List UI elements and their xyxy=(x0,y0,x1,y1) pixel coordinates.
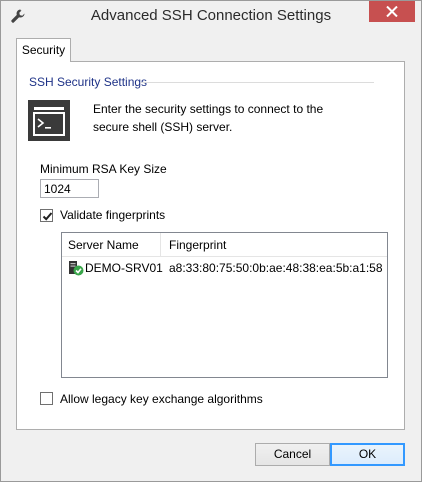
list-item[interactable]: DEMO-SRV01 a8:33:80:75:50:0b:ae:48:38:ea… xyxy=(62,258,387,278)
verified-server-icon xyxy=(68,260,84,276)
close-button[interactable] xyxy=(369,1,415,22)
legacy-key-exchange-checkbox[interactable] xyxy=(40,392,53,405)
ok-button[interactable]: OK xyxy=(330,443,405,466)
tab-security[interactable]: Security xyxy=(16,38,71,62)
fingerprint-cell: a8:33:80:75:50:0b:ae:48:38:ea:5b:a1:58:d… xyxy=(169,261,382,275)
server-name-cell: DEMO-SRV01 xyxy=(85,261,163,275)
group-title: SSH Security Settings xyxy=(29,75,154,89)
terminal-icon xyxy=(28,100,70,141)
column-header-fingerprint[interactable]: Fingerprint xyxy=(169,238,226,252)
checkmark-icon xyxy=(42,212,53,221)
cancel-button[interactable]: Cancel xyxy=(255,443,330,466)
legacy-key-exchange-label[interactable]: Allow legacy key exchange algorithms xyxy=(60,392,263,406)
validate-fingerprints-checkbox[interactable] xyxy=(40,209,53,222)
rsa-key-size-label: Minimum RSA Key Size xyxy=(40,162,167,176)
group-divider xyxy=(141,82,374,83)
validate-fingerprints-label[interactable]: Validate fingerprints xyxy=(60,208,165,222)
column-separator[interactable] xyxy=(160,233,161,257)
title-bar[interactable]: Advanced SSH Connection Settings xyxy=(1,1,421,32)
close-icon xyxy=(386,6,398,17)
dialog-window: Advanced SSH Connection Settings Securit… xyxy=(0,0,422,482)
rsa-key-size-input[interactable] xyxy=(40,179,99,198)
fingerprint-list[interactable]: Server Name Fingerprint DEMO-SRV01 a8:33… xyxy=(61,232,388,378)
info-text: Enter the security settings to connect t… xyxy=(93,102,324,134)
column-header-server-name[interactable]: Server Name xyxy=(68,238,139,252)
list-header: Server Name Fingerprint xyxy=(62,233,387,257)
security-tab-panel: SSH Security Settings Enter the security… xyxy=(16,61,405,430)
window-title: Advanced SSH Connection Settings xyxy=(90,7,332,24)
